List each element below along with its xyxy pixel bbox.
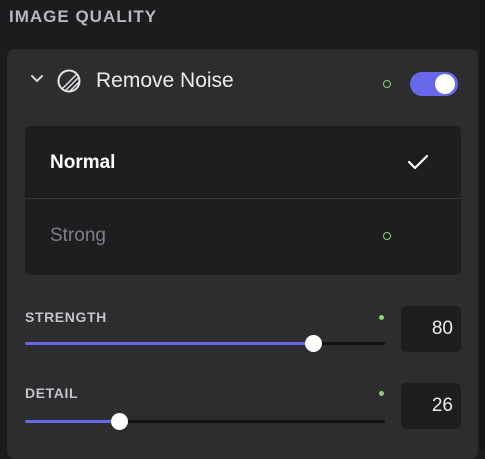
remove-noise-toggle[interactable] [410,72,458,96]
option-label: Normal [50,152,116,173]
detail-indicator [379,391,384,396]
strength-slider-thumb[interactable] [305,335,322,352]
detail-value[interactable]: 26 [401,383,461,429]
section-title: IMAGE QUALITY [9,7,158,26]
scrollbar[interactable] [480,0,485,450]
toggle-knob [435,74,455,94]
strength-value[interactable]: 80 [401,306,461,352]
option-label: Strong [50,225,106,246]
option-indicator [383,232,391,240]
feature-title: Remove Noise [96,69,234,92]
modified-indicator [383,80,391,88]
check-icon [407,154,429,170]
detail-label: DETAIL [25,385,79,401]
detail-slider-fill [25,420,119,423]
strength-label: STRENGTH [25,309,107,325]
noise-mode-options: Normal Strong [25,126,461,275]
noise-icon [57,69,81,93]
option-strong[interactable]: Strong [25,199,461,271]
strength-indicator [379,315,384,320]
remove-noise-panel: Remove Noise Normal Strong STRENGTH 80 D… [7,49,478,459]
strength-slider[interactable] [25,335,385,352]
detail-slider-thumb[interactable] [110,413,128,430]
panel-header[interactable]: Remove Noise [7,49,478,117]
option-normal[interactable]: Normal [25,126,461,199]
strength-slider-fill [25,342,313,345]
chevron-down-icon[interactable] [29,71,45,87]
detail-slider[interactable] [25,413,385,430]
